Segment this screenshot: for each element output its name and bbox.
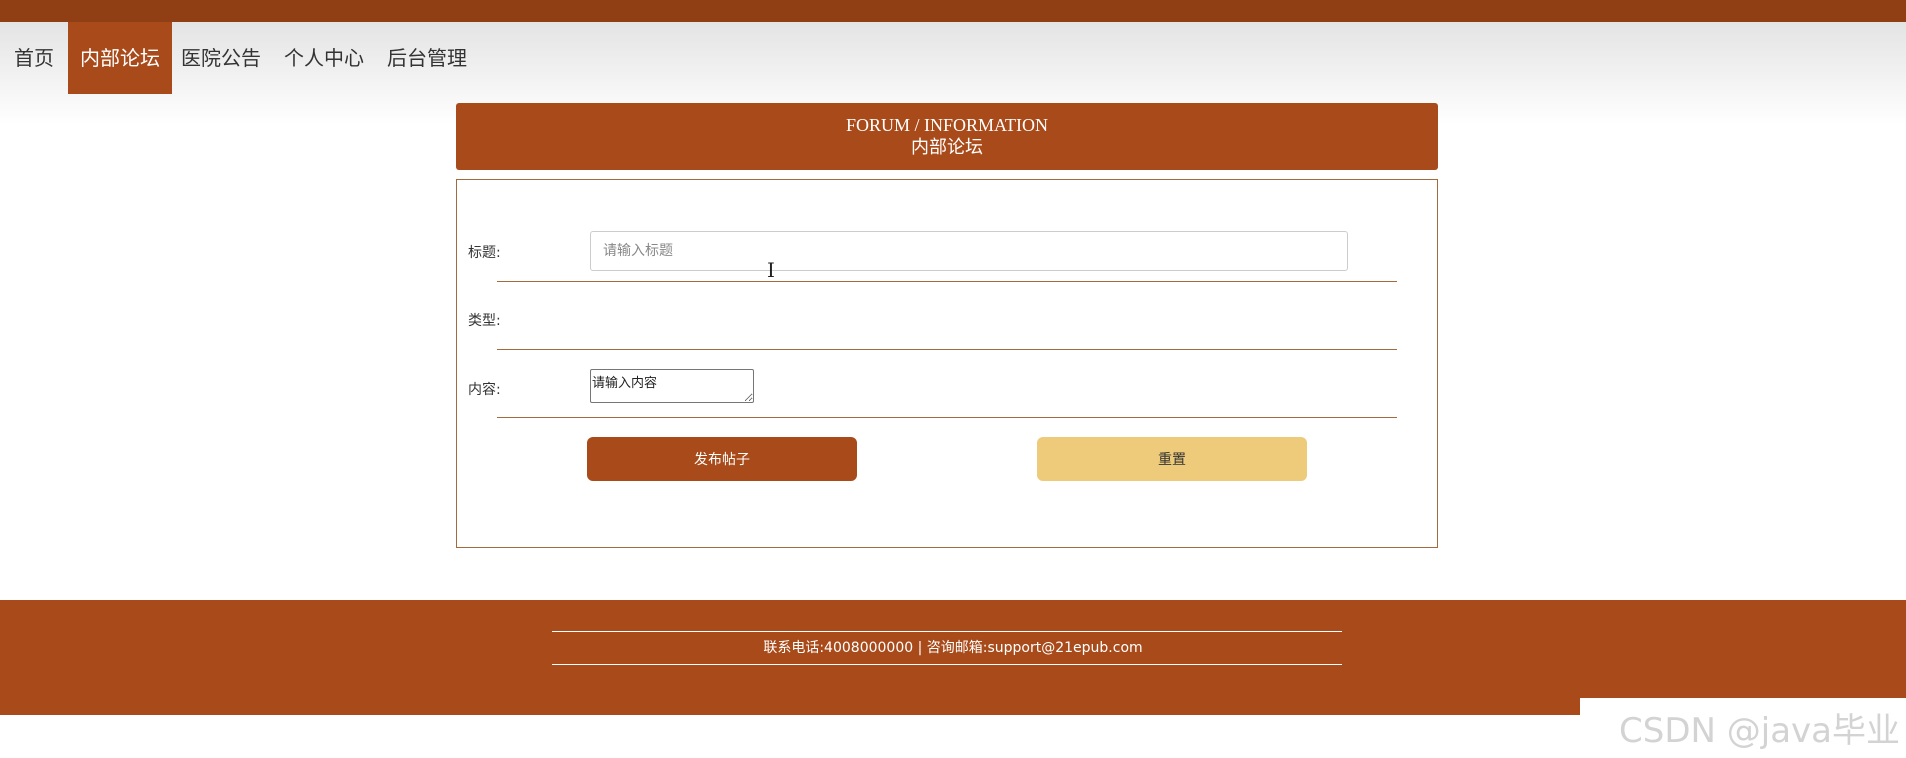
top-accent-bar: [0, 0, 1906, 22]
footer-divider-top: [552, 631, 1342, 632]
nav-item-home[interactable]: 首页: [2, 22, 66, 94]
watermark: CSDN @java毕业: [1619, 711, 1900, 751]
footer-divider-bottom: [552, 664, 1342, 665]
i-beam-cursor-icon: Ι: [767, 258, 775, 282]
content-label: 内容:: [468, 382, 501, 398]
title-label: 标题:: [468, 245, 501, 261]
nav-item-announcements[interactable]: 医院公告: [169, 22, 273, 94]
publish-post-button[interactable]: 发布帖子: [587, 437, 857, 481]
form-row-type: [497, 282, 1397, 350]
type-label: 类型:: [468, 313, 501, 329]
page-banner: FORUM / INFORMATION 内部论坛: [456, 103, 1438, 170]
nav-item-personal-center[interactable]: 个人中心: [272, 22, 376, 94]
title-input[interactable]: [590, 231, 1348, 271]
nav-item-admin[interactable]: 后台管理: [375, 22, 479, 94]
post-form: 标题: 类型: 内容: 发布帖子 重置: [456, 179, 1438, 548]
banner-title-cn: 内部论坛: [911, 137, 983, 157]
content-textarea[interactable]: [590, 369, 754, 403]
nav-item-forum[interactable]: 内部论坛: [68, 22, 172, 94]
reset-button[interactable]: 重置: [1037, 437, 1307, 481]
banner-title-en: FORUM / INFORMATION: [845, 115, 1049, 135]
footer-contact: 联系电话:4008000000 | 咨询邮箱:support@21epub.co…: [763, 640, 1143, 656]
